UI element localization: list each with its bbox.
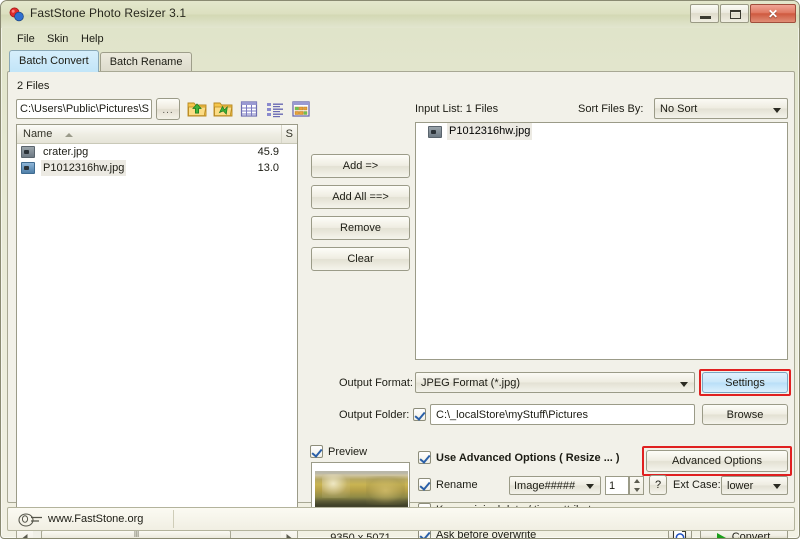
file-size: 45.9: [257, 146, 279, 158]
output-folder-checkbox[interactable]: [413, 408, 426, 421]
use-advanced-options-checkbox[interactable]: [418, 451, 431, 464]
rename-start-number-input[interactable]: 1: [605, 476, 629, 495]
maximize-button[interactable]: [720, 4, 749, 23]
preview-checkbox[interactable]: [310, 445, 323, 458]
scroll-left-button[interactable]: [17, 530, 33, 538]
minimize-icon: [700, 16, 711, 19]
convert-label: Convert: [731, 531, 771, 539]
preview-label: Preview: [328, 446, 368, 458]
menu-item-file[interactable]: File: [13, 32, 39, 46]
rename-pattern-combo[interactable]: Image#####: [509, 476, 601, 495]
stepper-down-button[interactable]: [630, 486, 643, 494]
file-size: 13.0: [257, 162, 279, 174]
rename-label: Rename: [436, 479, 478, 491]
rename-pattern-value: Image#####: [514, 480, 576, 492]
output-folder-label: Output Folder:: [339, 409, 410, 421]
menu-bar: File Skin Help: [7, 30, 795, 48]
window-title: FastStone Photo Resizer 3.1: [30, 6, 187, 20]
close-button[interactable]: ✕: [750, 4, 796, 23]
status-divider: [173, 510, 174, 528]
input-list-title: Input List: 1 Files: [415, 103, 499, 115]
scrollbar-track[interactable]: [33, 530, 281, 538]
clear-button[interactable]: Clear: [311, 247, 410, 271]
play-triangle-icon: [717, 533, 726, 538]
table-row[interactable]: P1012316hw.jpg 13.0: [17, 160, 297, 176]
window-controls: ✕: [690, 4, 796, 23]
sort-files-combo[interactable]: No Sort: [654, 98, 788, 119]
maximize-icon: [730, 10, 741, 19]
chevron-left-icon: [22, 533, 28, 538]
jpg-file-icon: [428, 126, 442, 138]
remove-button[interactable]: Remove: [311, 216, 410, 240]
menu-item-help[interactable]: Help: [77, 32, 108, 46]
ext-case-combo[interactable]: lower: [721, 476, 788, 495]
chevron-down-icon: [773, 108, 781, 113]
settings-highlight-box: [699, 369, 791, 396]
input-file-name: P1012316hw.jpg: [447, 123, 533, 140]
image-dimensions: 9350 x 5071: [330, 532, 391, 539]
jpg-file-icon: [21, 146, 35, 158]
rename-help-button[interactable]: ?: [649, 475, 667, 495]
folder-refresh-icon[interactable]: [212, 98, 234, 120]
jpg-file-icon: [21, 162, 35, 174]
scroll-right-button[interactable]: [281, 530, 297, 538]
column-divider: [281, 125, 282, 143]
ext-case-value: lower: [727, 480, 754, 492]
file-name: crater.jpg: [43, 146, 89, 158]
file-browser-list[interactable]: Name S crater.jpg 45.9 P1012316hw.jpg 13…: [16, 124, 298, 528]
output-folder-input[interactable]: C:\_localStore\myStuff\Pictures: [430, 404, 695, 425]
chevron-down-icon: [680, 382, 688, 387]
client-panel: 2 Files C:\Users\Public\Pictures\S ... N…: [7, 71, 795, 538]
list-item[interactable]: P1012316hw.jpg: [416, 123, 787, 140]
chevron-down-icon: [586, 484, 594, 489]
file-name: P1012316hw.jpg: [41, 160, 127, 176]
output-format-combo[interactable]: JPEG Format (*.jpg): [415, 372, 695, 393]
file-list-header: Name S: [17, 125, 297, 144]
view-list-icon[interactable]: [264, 98, 286, 120]
title-bar: FastStone Photo Resizer 3.1 ✕: [1, 1, 799, 28]
faststone-logo-icon: [18, 513, 42, 527]
folder-path-input[interactable]: C:\Users\Public\Pictures\S: [16, 99, 152, 119]
tab-bar: Batch Convert Batch Rename: [9, 50, 193, 72]
stepper-up-button[interactable]: [630, 477, 643, 485]
rename-checkbox[interactable]: [418, 478, 431, 491]
tab-batch-convert[interactable]: Batch Convert: [9, 50, 99, 72]
sort-files-value: No Sort: [660, 103, 698, 115]
add-button[interactable]: Add =>: [311, 154, 410, 178]
view-details-icon[interactable]: [238, 98, 260, 120]
column-header-size[interactable]: S: [286, 128, 293, 140]
folder-up-icon[interactable]: [186, 98, 208, 120]
application-window: FastStone Photo Resizer 3.1 ✕ File Skin …: [0, 0, 800, 539]
view-thumbnails-icon[interactable]: [290, 98, 312, 120]
ext-case-label: Ext Case:: [673, 479, 721, 491]
browse-folder-button[interactable]: ...: [156, 98, 180, 120]
scrollbar-thumb[interactable]: [41, 530, 231, 538]
status-bar: www.FastStone.org: [7, 507, 795, 531]
rename-number-stepper[interactable]: [629, 476, 644, 495]
chevron-right-icon: [286, 533, 292, 538]
menu-item-skin[interactable]: Skin: [43, 32, 72, 46]
column-header-name[interactable]: Name: [23, 128, 52, 140]
sort-ascending-icon: [65, 133, 73, 137]
add-all-button[interactable]: Add All ==>: [311, 185, 410, 209]
preview-info: 9350 x 5071 13,348 KB 2007-12-31 07:03:4…: [304, 532, 417, 539]
chevron-down-icon: [773, 484, 781, 489]
input-file-list[interactable]: P1012316hw.jpg: [415, 122, 788, 360]
app-logo-icon: [9, 7, 24, 22]
status-url[interactable]: www.FastStone.org: [48, 513, 143, 525]
minimize-button[interactable]: [690, 4, 719, 23]
advanced-options-highlight-box: [642, 446, 792, 476]
chevron-up-icon: [633, 479, 640, 483]
tab-batch-rename[interactable]: Batch Rename: [99, 52, 193, 72]
table-row[interactable]: crater.jpg 45.9: [17, 144, 297, 160]
output-format-value: JPEG Format (*.jpg): [421, 377, 521, 389]
browse-button[interactable]: Browse: [702, 404, 788, 425]
chevron-down-icon: [633, 488, 640, 492]
file-count-label: 2 Files: [17, 80, 50, 92]
sort-files-by-label: Sort Files By:: [578, 103, 644, 115]
use-advanced-options-label: Use Advanced Options ( Resize ... ): [436, 452, 620, 464]
output-format-label: Output Format:: [339, 377, 413, 389]
close-icon: ✕: [767, 6, 779, 21]
